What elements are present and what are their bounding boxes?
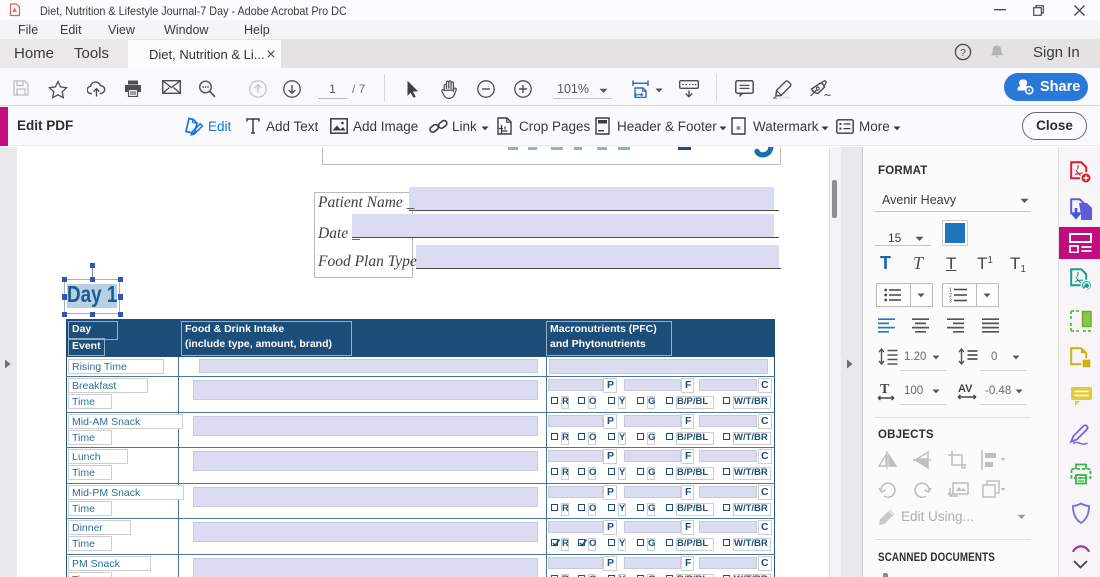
svg-text:3: 3 bbox=[949, 299, 952, 304]
svg-text:T: T bbox=[880, 382, 890, 397]
svg-text:?: ? bbox=[960, 47, 966, 59]
svg-text:AV: AV bbox=[958, 383, 973, 395]
